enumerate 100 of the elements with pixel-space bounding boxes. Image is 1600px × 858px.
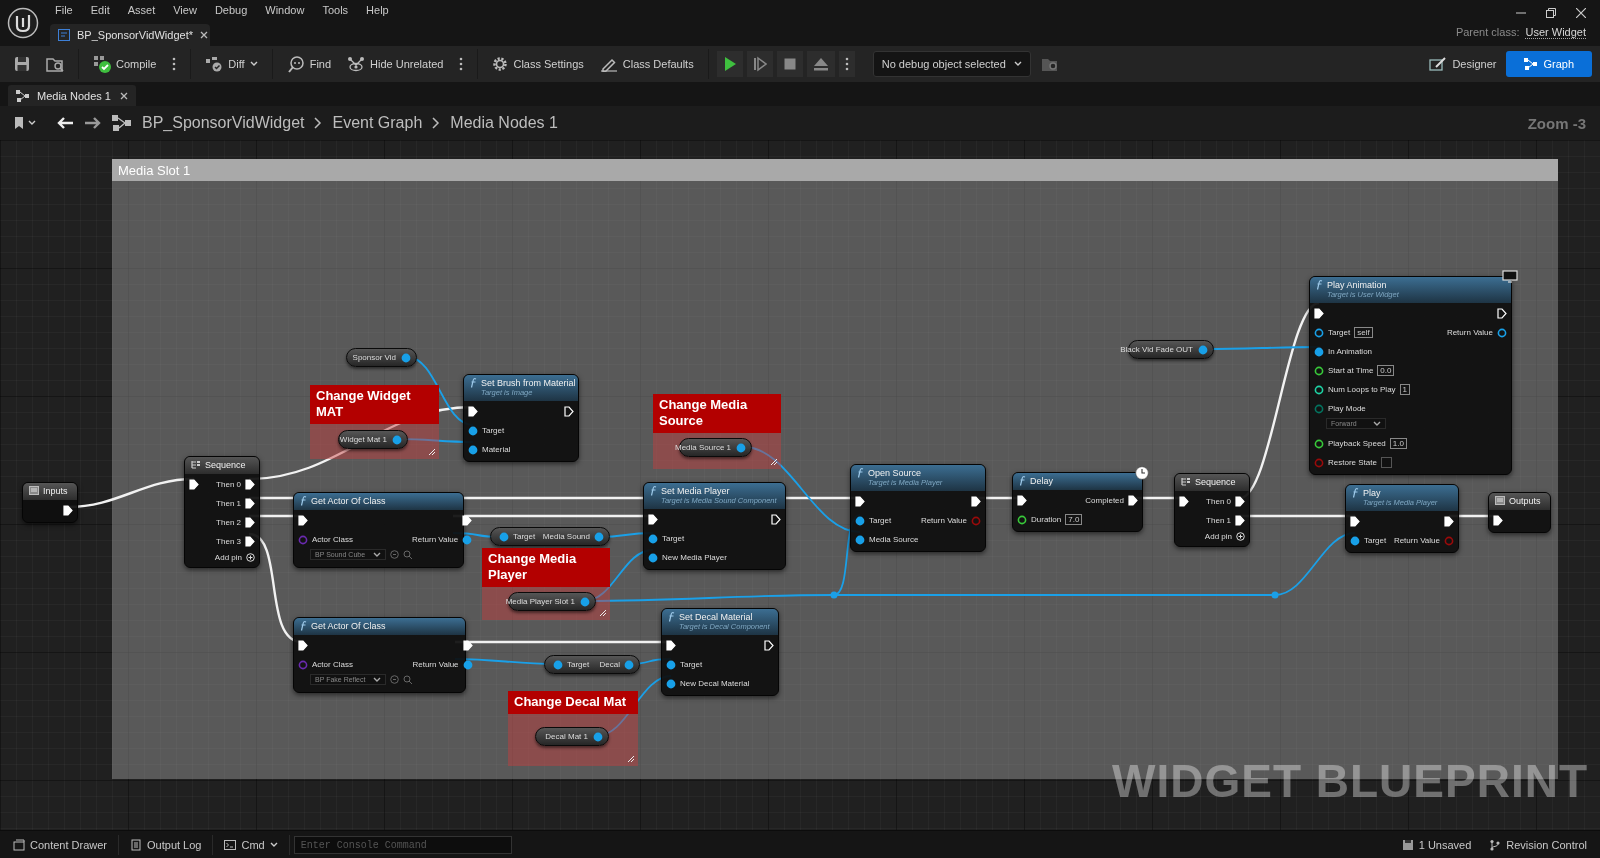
diff-icon — [205, 56, 224, 72]
menu-item[interactable]: Edit — [81, 4, 119, 16]
pin-label: Material — [482, 445, 511, 454]
blueprint-icon — [58, 29, 70, 41]
resize-grip-icon[interactable] — [770, 458, 778, 466]
pin-label: Num Loops to Play — [1328, 385, 1396, 394]
engine-logo-icon — [7, 7, 39, 39]
more-options-button[interactable] — [838, 51, 855, 77]
pin-value-field[interactable]: 0.0 — [1377, 365, 1395, 376]
add-pin-button[interactable]: Add pin — [1204, 532, 1245, 541]
function-icon — [1352, 488, 1359, 498]
node-title: Sequence — [1195, 477, 1236, 487]
compile-icon — [93, 55, 111, 73]
eject-icon — [812, 56, 829, 72]
menu-item[interactable]: Asset — [118, 4, 165, 16]
menu-item[interactable]: Debug — [205, 4, 257, 16]
resize-grip-icon[interactable] — [627, 755, 635, 763]
pin-value-field[interactable]: 7.0 — [1065, 514, 1083, 525]
pin-label: Target — [482, 426, 505, 435]
more-options-icon — [172, 57, 177, 71]
chevron-right-icon — [432, 117, 441, 129]
pin-label: Start at Time — [1328, 366, 1374, 375]
play-button[interactable] — [716, 51, 743, 77]
class-defaults-button[interactable]: Class Defaults — [593, 51, 700, 77]
use-selected-icon[interactable] — [390, 550, 400, 559]
close-icon[interactable] — [1576, 8, 1586, 18]
variable-label: Decal Mat 1 — [545, 732, 588, 741]
function-icon — [470, 378, 477, 388]
caret-icon — [1373, 420, 1381, 427]
comment-title: Change Media Player — [488, 551, 577, 582]
caret-icon — [269, 842, 278, 848]
add-pin-button[interactable]: Add pin — [214, 553, 255, 562]
breadcrumb-link[interactable]: Event Graph — [332, 114, 423, 132]
function-icon — [668, 612, 675, 622]
debug-object-dropdown[interactable]: No debug object selected — [872, 51, 1031, 77]
diff-button[interactable]: Diff — [199, 51, 264, 77]
caret-icon — [28, 120, 36, 126]
checkbox[interactable] — [1380, 457, 1392, 468]
branch-icon — [1489, 839, 1502, 851]
reroute-knot — [1271, 591, 1279, 599]
graph-mode-button[interactable]: Graph — [1506, 51, 1592, 77]
pin-label: Return Value — [1446, 328, 1493, 337]
compile-button[interactable]: Compile — [87, 51, 163, 77]
variable-label: Black Vid Fade OUT — [1120, 345, 1193, 354]
node-title: Open Source — [868, 468, 923, 478]
designer-icon — [1429, 56, 1448, 72]
pin-label: Target — [567, 660, 590, 669]
parent-class-label: Parent class: — [1455, 26, 1520, 39]
back-arrow-icon[interactable] — [56, 116, 74, 130]
revision-button[interactable]: Revision Control — [1482, 833, 1594, 857]
pin-label: Decal — [599, 660, 620, 669]
breadcrumb-link[interactable]: Media Nodes 1 — [450, 114, 558, 132]
menu-item[interactable]: Window — [256, 4, 314, 16]
comment-title: Change Widget MAT — [316, 388, 411, 419]
forward-arrow-icon[interactable] — [84, 116, 102, 130]
document-tab[interactable]: BP_SponsorVidWidget* — [50, 24, 210, 46]
eject-button[interactable] — [806, 51, 835, 77]
pin-value-field[interactable]: 1.0 — [1389, 438, 1407, 449]
use-selected-icon[interactable] — [390, 675, 400, 684]
pin-label: Target — [680, 660, 703, 669]
cmd-button[interactable]: Cmd — [217, 833, 285, 857]
menu-item[interactable]: Help — [357, 4, 398, 16]
parent-class-link[interactable]: User Widget — [1525, 26, 1586, 39]
bookmark-button[interactable] — [14, 116, 36, 130]
class-settings-button[interactable]: Class Settings — [486, 51, 590, 77]
console-input[interactable]: Enter Console Command — [293, 836, 512, 854]
designer-mode-button[interactable]: Designer — [1423, 51, 1503, 77]
pin-label: Then 1 — [216, 499, 241, 508]
search-icon[interactable] — [403, 675, 413, 684]
graph-tab[interactable]: Media Nodes 1 — [8, 85, 136, 106]
advance-frame-button[interactable] — [746, 51, 773, 77]
breadcrumb-link[interactable]: BP_SponsorVidWidget — [142, 114, 305, 132]
pin-value-field[interactable]: self — [1354, 327, 1373, 338]
function-icon — [650, 486, 657, 496]
menu-item[interactable]: View — [164, 4, 206, 16]
function-icon — [857, 468, 864, 478]
resize-grip-icon[interactable] — [599, 609, 607, 617]
menu-item[interactable]: File — [46, 4, 82, 16]
output-log-button[interactable]: Output Log — [123, 833, 209, 857]
comment-title: Media Slot 1 — [118, 162, 191, 178]
menu-item[interactable]: Tools — [313, 4, 358, 16]
close-icon[interactable] — [200, 31, 208, 39]
variable-label: Widget Mat 1 — [339, 435, 387, 444]
pin-label: Return Value — [920, 516, 967, 525]
node-title: Set Decal Material — [679, 612, 754, 622]
content-drawer-button[interactable]: Content Drawer — [6, 833, 115, 857]
node-title: Get Actor Of Class — [311, 496, 386, 506]
find-button[interactable]: Find — [280, 51, 338, 77]
pin-value-field[interactable]: 1 — [1399, 384, 1411, 395]
stop-button[interactable] — [776, 51, 803, 77]
pin-label: Target — [1328, 328, 1351, 337]
hide-unrelated-button[interactable]: Hide Unrelated — [341, 51, 450, 77]
sequence-icon — [1181, 477, 1191, 486]
search-icon[interactable] — [403, 550, 413, 559]
unsaved-button[interactable]: 1 Unsaved — [1394, 833, 1479, 857]
resize-grip-icon[interactable] — [428, 448, 436, 456]
close-icon[interactable] — [120, 91, 128, 100]
node-title: Sequence — [205, 460, 246, 470]
restore-icon[interactable] — [1546, 8, 1556, 18]
caret-icon — [1013, 61, 1022, 67]
